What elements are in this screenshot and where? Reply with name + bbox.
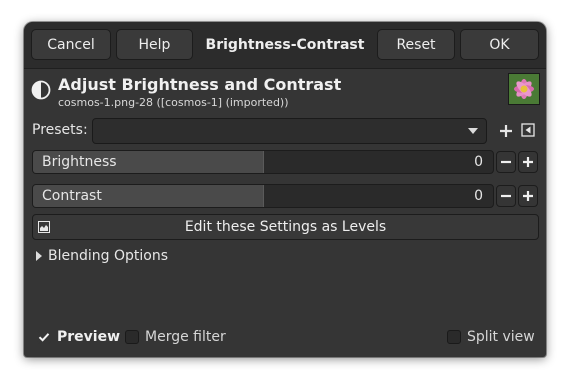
split-view-label: Split view bbox=[467, 329, 535, 345]
presets-label: Presets: bbox=[32, 122, 88, 138]
dialog-subtitle: cosmos-1.png-28 ([cosmos-1] (imported)) bbox=[58, 96, 289, 109]
brightness-decrease-button[interactable] bbox=[496, 151, 516, 173]
checkmark-icon bbox=[38, 333, 50, 342]
merge-filter-checkbox[interactable] bbox=[125, 330, 139, 344]
contrast-value: 0 bbox=[474, 188, 483, 204]
image-thumbnail bbox=[508, 73, 540, 105]
brightness-value: 0 bbox=[474, 154, 483, 170]
merge-filter-label: Merge filter bbox=[145, 329, 226, 345]
brightness-increase-button[interactable] bbox=[518, 151, 538, 173]
minus-icon bbox=[501, 160, 511, 164]
merge-filter-toggle[interactable]: Merge filter bbox=[125, 329, 226, 345]
dialog-heading: Adjust Brightness and Contrast bbox=[58, 75, 342, 94]
brightness-contrast-icon bbox=[31, 80, 51, 100]
edit-as-levels-button[interactable]: Edit these Settings as Levels bbox=[32, 214, 539, 240]
help-button[interactable]: Help bbox=[116, 29, 193, 60]
plus-icon bbox=[523, 157, 533, 167]
cancel-button[interactable]: Cancel bbox=[31, 29, 111, 60]
contrast-slider[interactable]: Contrast 0 bbox=[32, 184, 494, 208]
header-bar: Cancel Help Brightness-Contrast Reset OK bbox=[24, 22, 546, 69]
split-view-checkbox[interactable] bbox=[447, 330, 461, 344]
preview-toggle[interactable]: Preview bbox=[37, 329, 120, 345]
brightness-contrast-dialog: Cancel Help Brightness-Contrast Reset OK… bbox=[24, 22, 546, 357]
presets-combo[interactable] bbox=[92, 118, 487, 144]
contrast-label: Contrast bbox=[42, 188, 102, 204]
chevron-down-icon bbox=[468, 128, 478, 134]
reset-button[interactable]: Reset bbox=[377, 29, 455, 60]
plus-icon bbox=[523, 191, 533, 201]
minus-icon bbox=[501, 194, 511, 198]
add-preset-icon[interactable] bbox=[498, 123, 514, 139]
blending-options-label: Blending Options bbox=[48, 248, 168, 264]
window-title: Brightness-Contrast bbox=[205, 36, 365, 53]
edit-as-levels-label: Edit these Settings as Levels bbox=[184, 219, 387, 235]
brightness-label: Brightness bbox=[42, 154, 117, 170]
brightness-slider[interactable]: Brightness 0 bbox=[32, 150, 494, 174]
preset-menu-icon[interactable] bbox=[521, 123, 535, 137]
ok-button[interactable]: OK bbox=[460, 29, 539, 60]
preview-label: Preview bbox=[57, 329, 121, 345]
blending-options-expander[interactable]: Blending Options bbox=[36, 248, 168, 264]
expander-arrow-icon bbox=[36, 251, 42, 261]
split-view-toggle[interactable]: Split view bbox=[447, 329, 535, 345]
contrast-decrease-button[interactable] bbox=[496, 185, 516, 207]
preview-checkbox[interactable] bbox=[37, 330, 51, 344]
contrast-increase-button[interactable] bbox=[518, 185, 538, 207]
